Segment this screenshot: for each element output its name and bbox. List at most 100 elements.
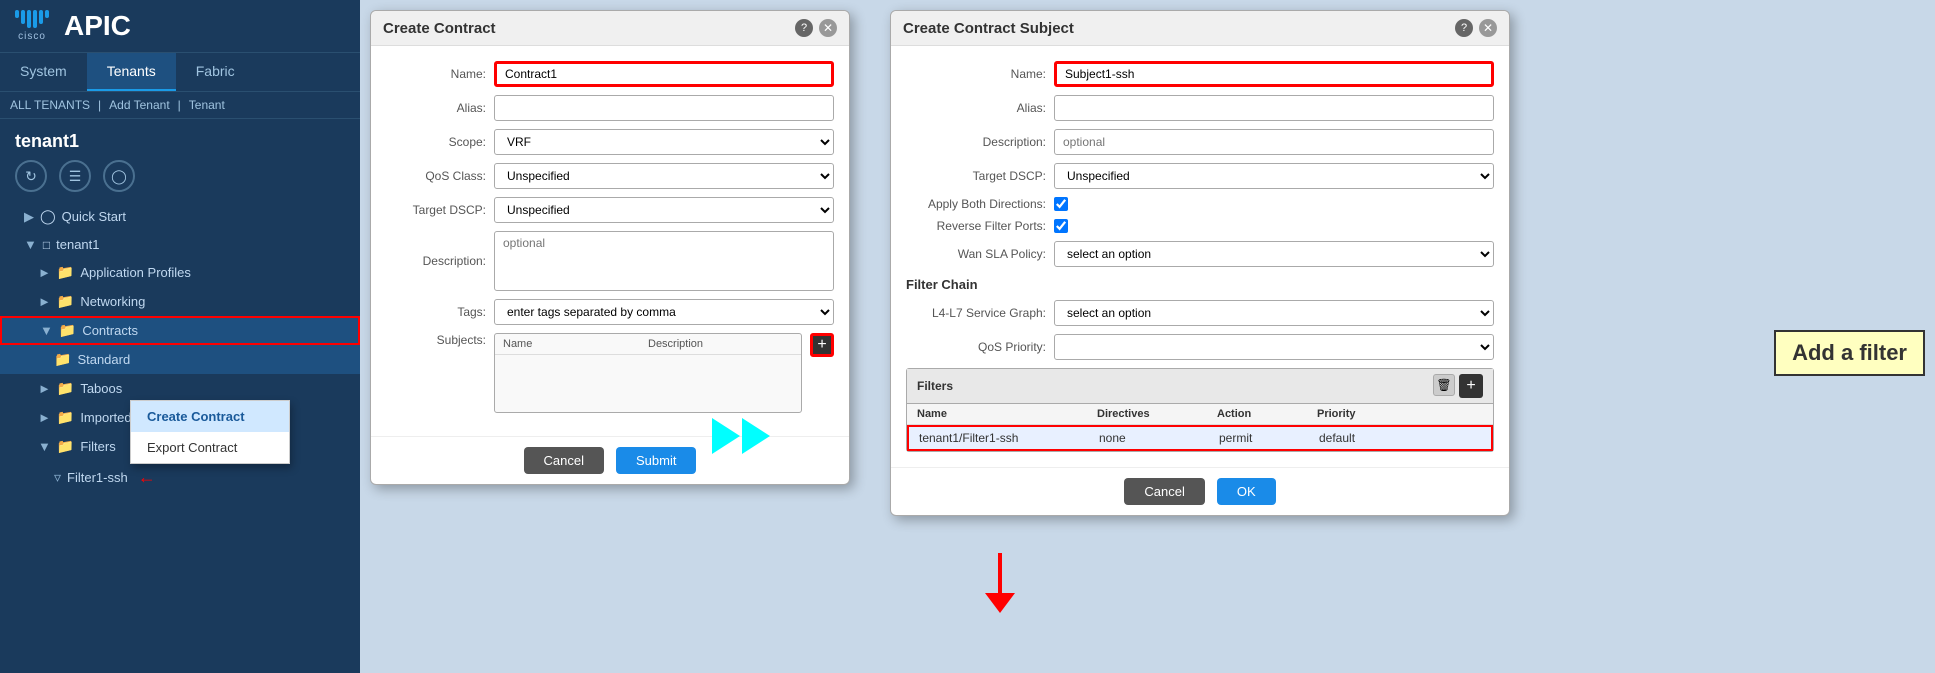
folder-icon-filters: 📁 bbox=[57, 438, 74, 455]
contract-help-button[interactable]: ? bbox=[795, 19, 813, 37]
subjects-col-desc: Description bbox=[648, 338, 703, 350]
add-subject-button[interactable]: + bbox=[810, 333, 834, 357]
subject-dscp-label: Target DSCP: bbox=[906, 169, 1046, 183]
bar-6 bbox=[45, 10, 49, 18]
subject-dialog-controls: ? ✕ bbox=[1455, 19, 1497, 37]
subject-desc-label: Description: bbox=[906, 135, 1046, 149]
tree-item-filter1ssh[interactable]: ▿ Filter1-ssh ← bbox=[0, 461, 360, 494]
subject-dialog-body: Name: Alias: Description: Target DSCP: U… bbox=[891, 46, 1509, 467]
tree-item-taboos[interactable]: ► 📁 Taboos bbox=[0, 374, 360, 403]
tree-item-tenant1[interactable]: ▼ □ tenant1 bbox=[0, 231, 360, 258]
contract-submit-button[interactable]: Submit bbox=[616, 447, 696, 474]
filters-add-button[interactable]: + bbox=[1459, 374, 1483, 398]
action-icon-2[interactable]: ☰ bbox=[59, 160, 91, 192]
sidebar-header: cisco APIC bbox=[0, 0, 360, 53]
context-menu-create-contract[interactable]: Create Contract bbox=[131, 401, 289, 432]
folder-icon-standard: 📁 bbox=[54, 351, 71, 368]
subject-desc-input[interactable] bbox=[1054, 129, 1494, 155]
filter1ssh-label: Filter1-ssh bbox=[67, 470, 128, 485]
tree-item-contracts[interactable]: ▼ 📁 Contracts bbox=[0, 316, 360, 345]
contract-name-label: Name: bbox=[386, 67, 486, 81]
contract-cancel-button[interactable]: Cancel bbox=[524, 447, 604, 474]
contract-subjects-label: Subjects: bbox=[386, 333, 486, 347]
add-tenant-link[interactable]: Add Tenant bbox=[109, 98, 170, 112]
all-tenants-link[interactable]: ALL TENANTS bbox=[10, 98, 90, 112]
subject-dialog-header: Create Contract Subject ? ✕ bbox=[891, 11, 1509, 46]
subjects-col-name: Name bbox=[503, 338, 648, 350]
contract-dialog-controls: ? ✕ bbox=[795, 19, 837, 37]
subject-help-button[interactable]: ? bbox=[1455, 19, 1473, 37]
subject-wansla-select[interactable]: select an option bbox=[1054, 241, 1494, 267]
filter-row-directives: none bbox=[1099, 431, 1219, 445]
contract-dscp-select[interactable]: Unspecified bbox=[494, 197, 834, 223]
subject-l4l7-select[interactable]: select an option bbox=[1054, 300, 1494, 326]
contract-alias-label: Alias: bbox=[386, 101, 486, 115]
contract-dialog-title: Create Contract bbox=[383, 20, 496, 37]
tab-tenants[interactable]: Tenants bbox=[87, 53, 176, 91]
chevron-right-icon: ► bbox=[38, 265, 51, 280]
filter-row-priority: default bbox=[1319, 431, 1481, 445]
subject-alias-input[interactable] bbox=[1054, 95, 1494, 121]
subject-ok-button[interactable]: OK bbox=[1217, 478, 1276, 505]
subject-desc-row: Description: bbox=[906, 129, 1494, 155]
contract-qos-label: QoS Class: bbox=[386, 169, 486, 183]
subject-alias-row: Alias: bbox=[906, 95, 1494, 121]
red-down-arrow bbox=[985, 553, 1015, 613]
subject-name-row: Name: bbox=[906, 61, 1494, 87]
filters-controls: 🗑 + bbox=[1433, 374, 1483, 398]
contract-dscp-label: Target DSCP: bbox=[386, 203, 486, 217]
tab-system[interactable]: System bbox=[0, 53, 87, 91]
chevron-right-icon-imported: ► bbox=[38, 410, 51, 425]
contract-tags-select[interactable]: enter tags separated by comma bbox=[494, 299, 834, 325]
contract-close-button[interactable]: ✕ bbox=[819, 19, 837, 37]
create-contract-dialog: Create Contract ? ✕ Name: Alias: Scope: bbox=[370, 10, 850, 485]
subject-qosprio-select[interactable] bbox=[1054, 334, 1494, 360]
filters-table-row[interactable]: tenant1/Filter1-ssh none permit default bbox=[907, 425, 1493, 451]
tab-fabric[interactable]: Fabric bbox=[176, 53, 255, 91]
main-area: Create Contract ? ✕ Name: Alias: Scope: bbox=[360, 0, 1935, 673]
tenant-link[interactable]: Tenant bbox=[189, 98, 225, 112]
subject-apply-checkbox[interactable] bbox=[1054, 197, 1068, 211]
filters-col-name-header: Name bbox=[917, 408, 1097, 420]
subject-close-button[interactable]: ✕ bbox=[1479, 19, 1497, 37]
action-icon-3[interactable]: ◯ bbox=[103, 160, 135, 192]
subject-cancel-button[interactable]: Cancel bbox=[1124, 478, 1204, 505]
contract-qos-select[interactable]: Unspecified bbox=[494, 163, 834, 189]
contract-scope-row: Scope: VRF bbox=[386, 129, 834, 155]
contract-name-input[interactable] bbox=[494, 61, 834, 87]
bar-2 bbox=[21, 10, 25, 24]
subject-alias-label: Alias: bbox=[906, 101, 1046, 115]
tenant-actions: ↻ ☰ ◯ bbox=[0, 160, 360, 202]
bar-4 bbox=[33, 10, 37, 28]
subject-name-input[interactable] bbox=[1054, 61, 1494, 87]
cisco-bars bbox=[15, 10, 49, 28]
contract-desc-textarea[interactable] bbox=[494, 231, 834, 291]
filter-icon: ▿ bbox=[54, 469, 61, 486]
contract-alias-input[interactable] bbox=[494, 95, 834, 121]
apic-title: APIC bbox=[64, 10, 131, 42]
subject-name-label: Name: bbox=[906, 67, 1046, 81]
bar-1 bbox=[15, 10, 19, 18]
add-filter-tooltip-box: Add a filter bbox=[1774, 330, 1925, 376]
subject-reverse-row: Reverse Filter Ports: bbox=[906, 219, 1494, 233]
action-icon-1[interactable]: ↻ bbox=[15, 160, 47, 192]
tree-item-app-profiles[interactable]: ► 📁 Application Profiles bbox=[0, 258, 360, 287]
tree-item-quickstart[interactable]: ▶ ◯ Quick Start bbox=[0, 202, 360, 231]
tree-item-standard[interactable]: 📁 Standard bbox=[0, 345, 360, 374]
context-menu-export-contract[interactable]: Export Contract bbox=[131, 432, 289, 463]
subject-qosprio-label: QoS Priority: bbox=[906, 340, 1046, 354]
contract-scope-select[interactable]: VRF bbox=[494, 129, 834, 155]
subject-reverse-checkbox[interactable] bbox=[1054, 219, 1068, 233]
quickstart-label: Quick Start bbox=[62, 209, 126, 224]
chevron-down-icon-contracts: ▼ bbox=[40, 323, 53, 338]
filters-col-action-header: Action bbox=[1217, 408, 1317, 420]
filters-col-priority-header: Priority bbox=[1317, 408, 1483, 420]
filters-trash-button[interactable]: 🗑 bbox=[1433, 374, 1455, 396]
folder-icon-contracts: 📁 bbox=[59, 322, 76, 339]
subject-dscp-row: Target DSCP: Unspecified bbox=[906, 163, 1494, 189]
subject-dscp-select[interactable]: Unspecified bbox=[1054, 163, 1494, 189]
tree-item-networking[interactable]: ► 📁 Networking bbox=[0, 287, 360, 316]
cisco-text: cisco bbox=[18, 31, 46, 42]
contract-dialog-header: Create Contract ? ✕ bbox=[371, 11, 849, 46]
contract-tags-label: Tags: bbox=[386, 305, 486, 319]
